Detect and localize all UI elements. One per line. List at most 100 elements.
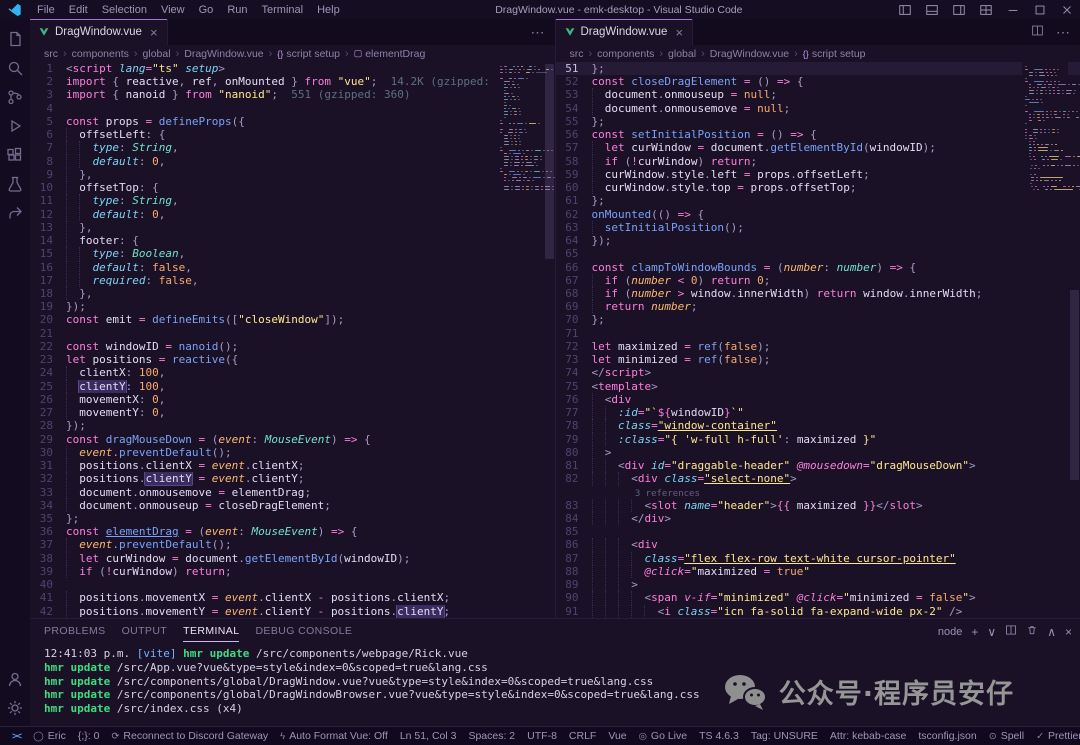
code-line[interactable]: 65 — [556, 247, 1080, 260]
line-number[interactable]: 62 — [556, 208, 592, 221]
code-line[interactable]: 82 <div class="select-none"> — [556, 472, 1080, 485]
line-number[interactable]: 20 — [30, 313, 66, 326]
line-number[interactable]: 90 — [556, 591, 592, 604]
code-line[interactable]: 76 <div — [556, 393, 1080, 406]
line-number[interactable]: 66 — [556, 261, 592, 274]
line-number[interactable]: 22 — [30, 340, 66, 353]
menu-help[interactable]: Help — [310, 4, 347, 16]
live-share-icon[interactable] — [0, 198, 30, 227]
toggle-panel-icon[interactable] — [918, 0, 945, 19]
line-number[interactable]: 73 — [556, 353, 592, 366]
breadcrumb-item[interactable]: {}script setup — [277, 48, 340, 60]
codelens-references[interactable]: 3 references — [635, 489, 700, 499]
code-line[interactable]: 36const elementDrag = (event: MouseEvent… — [30, 525, 555, 538]
code-line[interactable]: 28}); — [30, 419, 555, 432]
code-line[interactable]: 41 positions.movementX = event.clientX -… — [30, 591, 555, 604]
code-line[interactable]: 84 </div> — [556, 512, 1080, 525]
line-number[interactable]: 63 — [556, 221, 592, 234]
line-number[interactable]: 25 — [30, 380, 66, 393]
terminal-shell-label[interactable]: node — [938, 626, 962, 638]
code-line[interactable]: 67 if (number < 0) return 0; — [556, 274, 1080, 287]
code-line[interactable]: 30 event.preventDefault(); — [30, 446, 555, 459]
line-number[interactable]: 60 — [556, 181, 592, 194]
line-number[interactable]: 72 — [556, 340, 592, 353]
code-line[interactable]: 54 document.onmousemove = null; — [556, 102, 1080, 115]
eol[interactable]: CRLF — [563, 727, 602, 745]
more-actions-icon[interactable]: ⋯ — [531, 24, 545, 41]
go-live[interactable]: ◎Go Live — [633, 727, 693, 745]
code-line[interactable]: 63 setInitialPosition(); — [556, 221, 1080, 234]
problems-status[interactable]: {;}: 0 — [72, 727, 106, 745]
breadcrumb-item[interactable]: global — [668, 48, 696, 60]
code-line[interactable]: 33 document.onmousemove = elementDrag; — [30, 486, 555, 499]
code-line[interactable]: 23let positions = reactive({ — [30, 353, 555, 366]
code-line[interactable]: 87 class="flex flex-row text-white curso… — [556, 552, 1080, 565]
code-line[interactable]: 32 positions.clientY = event.clientY; — [30, 472, 555, 485]
code-line[interactable]: 66const clampToWindowBounds = (number: n… — [556, 261, 1080, 274]
panel-tab-output[interactable]: OUTPUT — [122, 621, 168, 642]
breadcrumb-item[interactable]: src — [44, 48, 58, 60]
code-line[interactable]: 3import { nanoid } from "nanoid"; 551 (g… — [30, 88, 555, 101]
codelens[interactable]: 3 references — [556, 486, 1080, 499]
breadcrumb-item[interactable]: DragWindow.vue — [710, 48, 789, 60]
line-number[interactable]: 14 — [30, 234, 66, 247]
editor-left[interactable]: 1<script lang="ts" setup>2import { react… — [30, 62, 555, 618]
code-line[interactable]: 56const setInitialPosition = () => { — [556, 128, 1080, 141]
line-number[interactable]: 4 — [30, 102, 66, 115]
code-line[interactable]: 25 clientY: 100, — [30, 380, 555, 393]
split-editor-icon[interactable] — [1031, 24, 1044, 40]
code-line[interactable]: 9 }, — [30, 168, 555, 181]
breadcrumb-item[interactable]: {}script setup — [803, 48, 866, 60]
code-line[interactable]: 59 curWindow.style.left = props.offsetLe… — [556, 168, 1080, 181]
line-number[interactable]: 82 — [556, 472, 592, 485]
code-line[interactable]: 90 <span v-if="minimized" @click="minimi… — [556, 591, 1080, 604]
line-number[interactable]: 26 — [30, 393, 66, 406]
line-number[interactable]: 41 — [30, 591, 66, 604]
line-number[interactable]: 75 — [556, 380, 592, 393]
breadcrumb-item[interactable]: components — [72, 48, 129, 60]
auto-format[interactable]: ϟAuto Format Vue: Off — [274, 727, 394, 745]
maximize-panel-icon[interactable]: ∧ — [1047, 625, 1056, 639]
code-line[interactable]: 64}); — [556, 234, 1080, 247]
line-number[interactable] — [556, 486, 592, 499]
line-number[interactable]: 79 — [556, 433, 592, 446]
code-line[interactable]: 21 — [30, 327, 555, 340]
code-line[interactable]: 80 > — [556, 446, 1080, 459]
code-line[interactable]: 72let maximized = ref(false); — [556, 340, 1080, 353]
line-number[interactable]: 19 — [30, 300, 66, 313]
menu-file[interactable]: File — [30, 4, 62, 16]
line-number[interactable]: 89 — [556, 578, 592, 591]
code-line[interactable]: 14 footer: { — [30, 234, 555, 247]
line-number[interactable]: 31 — [30, 459, 66, 472]
line-number[interactable]: 18 — [30, 287, 66, 300]
code-line[interactable]: 73let minimized = ref(false); — [556, 353, 1080, 366]
close-tab-icon[interactable]: × — [148, 25, 158, 40]
tsconfig[interactable]: tsconfig.json — [912, 727, 982, 745]
line-number[interactable]: 29 — [30, 433, 66, 446]
line-number[interactable]: 30 — [30, 446, 66, 459]
toggle-secondary-sidebar-icon[interactable] — [945, 0, 972, 19]
code-line[interactable]: 38 let curWindow = document.getElementBy… — [30, 552, 555, 565]
line-number[interactable]: 33 — [30, 486, 66, 499]
line-number[interactable]: 11 — [30, 194, 66, 207]
code-line[interactable]: 34 document.onmouseup = closeDragElement… — [30, 499, 555, 512]
menu-view[interactable]: View — [154, 4, 192, 16]
line-number[interactable]: 5 — [30, 115, 66, 128]
menu-go[interactable]: Go — [192, 4, 221, 16]
menu-edit[interactable]: Edit — [62, 4, 95, 16]
line-number[interactable]: 87 — [556, 552, 592, 565]
code-line[interactable]: 83 <slot name="header">{{ maximized }}</… — [556, 499, 1080, 512]
split-terminal-icon[interactable] — [1005, 624, 1017, 639]
code-line[interactable]: 88 @click="maximized = true" — [556, 565, 1080, 578]
code-line[interactable]: 12 default: 0, — [30, 208, 555, 221]
line-number[interactable]: 65 — [556, 247, 592, 260]
minimap[interactable] — [497, 62, 543, 618]
editor-right[interactable]: 51};52const closeDragElement = () => {53… — [556, 62, 1080, 618]
line-number[interactable]: 21 — [30, 327, 66, 340]
line-number[interactable]: 67 — [556, 274, 592, 287]
terminal-dropdown-icon[interactable]: ∨ — [987, 625, 996, 639]
line-number[interactable]: 9 — [30, 168, 66, 181]
panel-tab-debug-console[interactable]: DEBUG CONSOLE — [255, 621, 352, 642]
code-line[interactable]: 52const closeDragElement = () => { — [556, 75, 1080, 88]
prettier[interactable]: ✓Prettier — [1030, 727, 1080, 745]
